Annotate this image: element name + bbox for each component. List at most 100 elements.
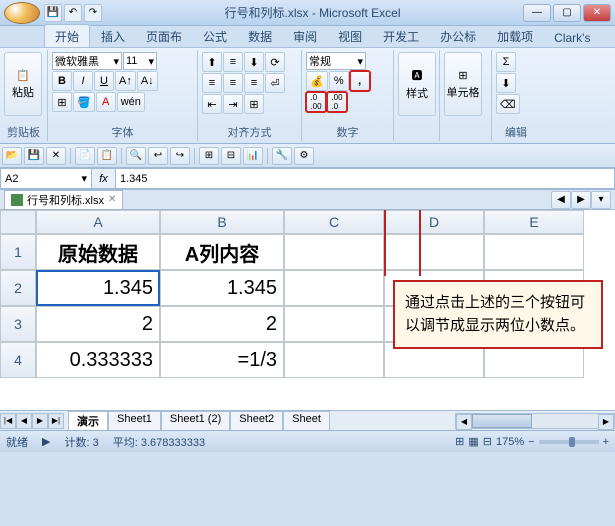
cell-c4[interactable]: [284, 342, 384, 378]
fill-color-button[interactable]: 🪣: [73, 92, 95, 112]
sheet-nav-last-icon[interactable]: ▶|: [48, 413, 64, 429]
tab-formulas[interactable]: 公式: [193, 25, 237, 47]
wb-nav-left-icon[interactable]: ◀: [551, 191, 571, 209]
font-name-dropdown[interactable]: 微软雅黑▾: [52, 52, 122, 70]
wb-menu-icon[interactable]: ▾: [591, 191, 611, 209]
cell-d1[interactable]: [384, 234, 484, 270]
wrap-text-button[interactable]: ⏎: [265, 73, 285, 93]
currency-button[interactable]: 💰: [306, 71, 328, 91]
view-layout-icon[interactable]: ▦: [468, 435, 478, 448]
tool-open-icon[interactable]: 📂: [2, 147, 22, 165]
status-macro-icon[interactable]: ▶: [42, 435, 50, 448]
merge-button[interactable]: ⊞: [244, 94, 264, 114]
sheet-nav-next-icon[interactable]: ▶: [32, 413, 48, 429]
tool-c-icon[interactable]: 🔍: [126, 147, 146, 165]
font-color-button[interactable]: A: [96, 92, 116, 112]
comma-style-button[interactable]: ,: [350, 71, 370, 91]
tab-view[interactable]: 视图: [328, 25, 372, 47]
border-button[interactable]: ⊞: [52, 92, 72, 112]
tab-addins[interactable]: 加载项: [487, 25, 543, 47]
row-header-3[interactable]: 3: [0, 306, 36, 342]
align-middle-button[interactable]: ≡: [223, 52, 243, 72]
row-header-1[interactable]: 1: [0, 234, 36, 270]
number-format-dropdown[interactable]: 常规▾: [306, 52, 366, 70]
office-button[interactable]: [4, 2, 40, 24]
name-box[interactable]: A2▾: [0, 168, 92, 189]
scroll-thumb[interactable]: [472, 414, 532, 428]
tab-insert[interactable]: 插入: [91, 25, 135, 47]
align-top-button[interactable]: ⬆: [202, 52, 222, 72]
grow-font-button[interactable]: A↑: [115, 71, 136, 91]
tool-j-icon[interactable]: ⚙: [294, 147, 314, 165]
row-header-4[interactable]: 4: [0, 342, 36, 378]
align-bottom-button[interactable]: ⬇: [244, 52, 264, 72]
row-header-2[interactable]: 2: [0, 270, 36, 306]
increase-decimal-button[interactable]: .0.00: [306, 92, 326, 112]
sheet-tab-4[interactable]: Sheet: [283, 411, 330, 430]
cell-c3[interactable]: [284, 306, 384, 342]
fx-button[interactable]: fx: [92, 168, 116, 189]
tab-developer[interactable]: 开发工: [373, 25, 429, 47]
tool-save-icon[interactable]: 💾: [24, 147, 44, 165]
decrease-decimal-button[interactable]: .00.0: [327, 92, 347, 112]
col-header-d[interactable]: D: [384, 210, 484, 234]
col-header-c[interactable]: C: [284, 210, 384, 234]
horizontal-scrollbar[interactable]: ◀ ▶: [455, 413, 615, 429]
col-header-a[interactable]: A: [36, 210, 160, 234]
increase-indent-button[interactable]: ⇥: [223, 94, 243, 114]
align-right-button[interactable]: ≡: [244, 73, 264, 93]
col-header-e[interactable]: E: [484, 210, 584, 234]
sheet-nav-prev-icon[interactable]: ◀: [16, 413, 32, 429]
cell-b3[interactable]: 2: [160, 306, 284, 342]
fill-button[interactable]: ⬇: [496, 73, 516, 93]
phonetic-button[interactable]: wén: [117, 92, 145, 112]
sheet-nav-first-icon[interactable]: |◀: [0, 413, 16, 429]
zoom-slider[interactable]: [539, 440, 599, 444]
workbook-tab[interactable]: 行号和列标.xlsx ✕: [4, 190, 123, 210]
tool-i-icon[interactable]: 🔧: [272, 147, 292, 165]
sheet-tab-0[interactable]: 演示: [68, 411, 108, 430]
underline-button[interactable]: U: [94, 71, 114, 91]
cell-a1[interactable]: 原始数据: [36, 234, 160, 270]
tool-a-icon[interactable]: 📄: [75, 147, 95, 165]
align-center-button[interactable]: ≡: [223, 73, 243, 93]
cell-c1[interactable]: [284, 234, 384, 270]
orientation-button[interactable]: ⟳: [265, 52, 285, 72]
view-break-icon[interactable]: ⊟: [483, 435, 492, 448]
wb-nav-right-icon[interactable]: ▶: [571, 191, 591, 209]
scroll-right-icon[interactable]: ▶: [598, 414, 614, 430]
cell-a2[interactable]: 1.345: [36, 270, 160, 306]
tool-e-icon[interactable]: ↪: [170, 147, 190, 165]
cell-a3[interactable]: 2: [36, 306, 160, 342]
cell-b2[interactable]: 1.345: [160, 270, 284, 306]
bold-button[interactable]: B: [52, 71, 72, 91]
autosum-button[interactable]: Σ: [496, 52, 516, 72]
qat-redo-icon[interactable]: ↷: [84, 4, 102, 22]
qat-save-icon[interactable]: 💾: [44, 4, 62, 22]
close-button[interactable]: ✕: [583, 4, 611, 22]
align-left-button[interactable]: ≡: [202, 73, 222, 93]
col-header-b[interactable]: B: [160, 210, 284, 234]
shrink-font-button[interactable]: A↓: [137, 71, 158, 91]
minimize-button[interactable]: —: [523, 4, 551, 22]
zoom-level[interactable]: 175%: [496, 436, 524, 448]
cell-c2[interactable]: [284, 270, 384, 306]
qat-undo-icon[interactable]: ↶: [64, 4, 82, 22]
zoom-in-button[interactable]: +: [603, 436, 609, 448]
italic-button[interactable]: I: [73, 71, 93, 91]
percent-button[interactable]: %: [329, 71, 349, 91]
sheet-tab-2[interactable]: Sheet1 (2): [161, 411, 230, 430]
styles-button[interactable]: 🅰 样式: [398, 52, 436, 116]
paste-button[interactable]: 📋 粘贴: [4, 52, 42, 116]
cell-b1[interactable]: A列内容: [160, 234, 284, 270]
font-size-dropdown[interactable]: 11▾: [123, 52, 157, 70]
tab-review[interactable]: 审阅: [283, 25, 327, 47]
select-all-corner[interactable]: [0, 210, 36, 234]
clear-button[interactable]: ⌫: [496, 94, 520, 114]
sheet-tab-1[interactable]: Sheet1: [108, 411, 161, 430]
formula-input[interactable]: 1.345: [116, 168, 615, 189]
zoom-out-button[interactable]: −: [528, 436, 534, 448]
cell-e1[interactable]: [484, 234, 584, 270]
cells-button[interactable]: ⊞ 单元格: [444, 52, 482, 116]
cell-b4[interactable]: =1/3: [160, 342, 284, 378]
